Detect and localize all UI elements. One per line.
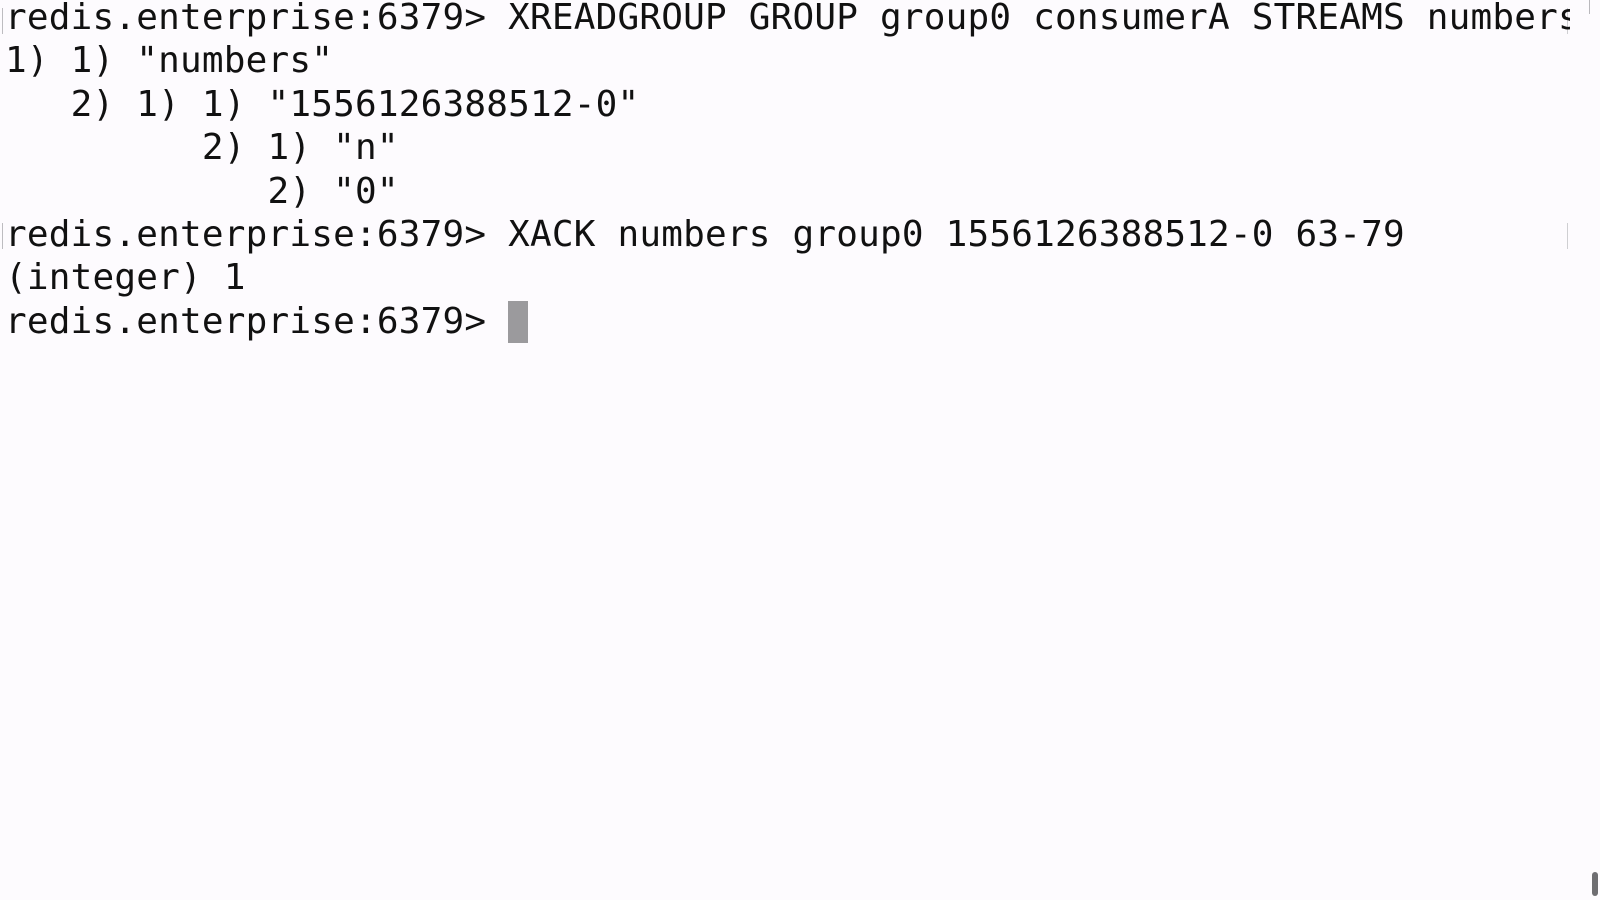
command-marker (2, 8, 3, 34)
terminal-line-command: redis.enterprise:6379> XACK numbers grou… (5, 214, 1405, 255)
shell-prompt: redis.enterprise:6379> (5, 301, 509, 342)
text-cursor (508, 301, 529, 343)
scroll-up-icon[interactable] (1589, 0, 1598, 14)
terminal-line-output: 2) 1) 1) "1556126388512-0" (5, 84, 640, 125)
terminal-input-line[interactable]: redis.enterprise:6379> (5, 300, 529, 344)
vertical-scrollbar[interactable] (1570, 0, 1600, 900)
terminal-line-output: 1) 1) "numbers" (5, 40, 334, 81)
scrollbar-thumb[interactable] (1592, 872, 1598, 896)
terminal-line-output: 2) "0" (5, 171, 399, 212)
terminal-line-output: (integer) 1 (5, 257, 246, 298)
terminal-line-command: redis.enterprise:6379> XREADGROUP GROUP … (5, 0, 1600, 38)
terminal-line-output: 2) 1) "n" (5, 127, 399, 168)
terminal-window[interactable]: redis.enterprise:6379> XREADGROUP GROUP … (0, 0, 1600, 900)
command-marker (2, 223, 3, 249)
command-marker (1567, 223, 1568, 249)
